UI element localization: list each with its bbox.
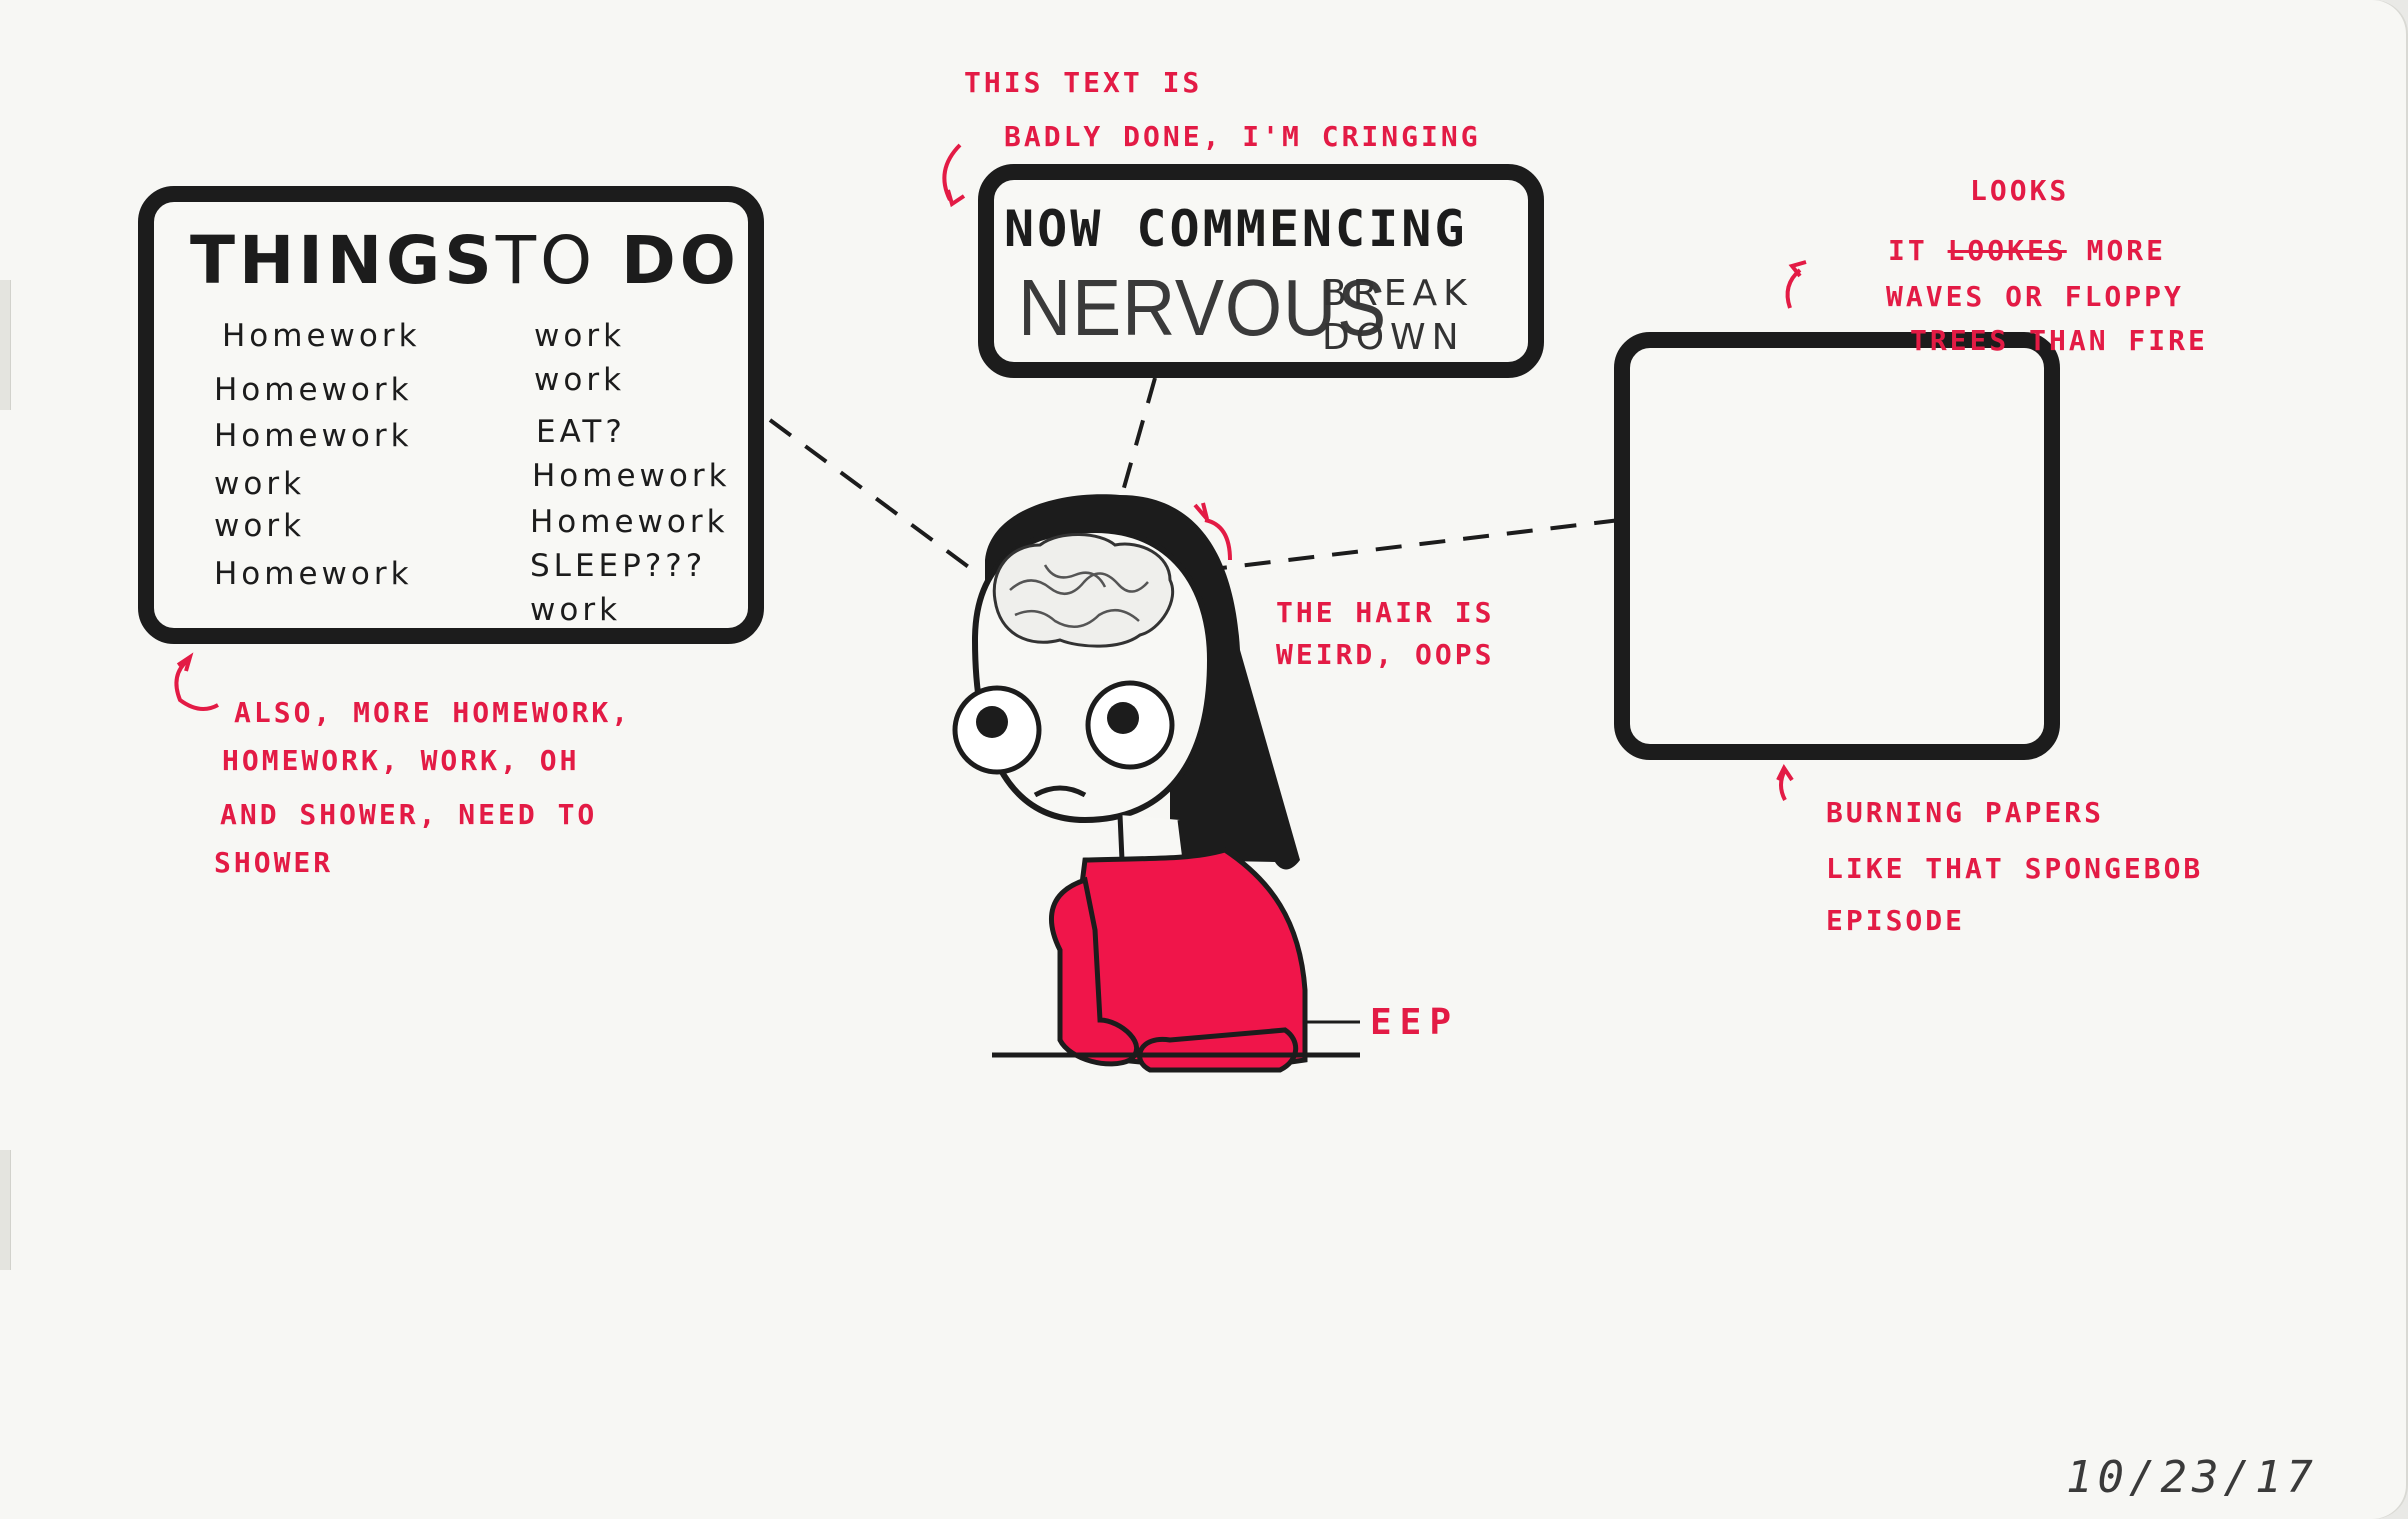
todo-item: Homework	[214, 556, 413, 592]
arrow-burning-papers	[1776, 764, 1794, 801]
fire-thought-bubble	[1614, 332, 2060, 760]
right-pupil	[1107, 702, 1139, 734]
arrow-to-banner	[942, 143, 966, 208]
note-looks: LOOKS	[1970, 174, 2070, 207]
note-also-line4: SHOWER	[214, 846, 334, 879]
todo-item: work	[530, 592, 622, 628]
todo-item: work	[534, 318, 626, 354]
date-stamp: 10/23/17	[2066, 1452, 2318, 1503]
todo-item: Homework	[214, 372, 413, 408]
todo-item: EAT?	[536, 414, 626, 450]
todo-item: Homework	[214, 418, 413, 454]
todo-item: work	[214, 508, 306, 544]
note-text-cringe-line1: THIS TEXT IS	[964, 66, 1203, 99]
brain	[992, 533, 1175, 648]
note-also-line1: ALSO, MORE HOMEWORK,	[234, 696, 632, 729]
note-burning-line3: EPISODE	[1826, 904, 1966, 937]
thought-connector-left	[768, 418, 972, 570]
note-text-cringe-line2: BADLY DONE, I'M CRINGING	[1004, 120, 1481, 153]
thought-connector-right	[1204, 518, 1621, 572]
todo-item: Homework	[530, 504, 729, 540]
todo-title-do: DO	[621, 222, 740, 299]
left-pupil	[976, 706, 1008, 738]
note-more: MORE	[2086, 234, 2167, 267]
todo-title-things: THINGS	[190, 222, 496, 299]
note-hair-line1: THE HAIR IS	[1276, 596, 1495, 629]
todo-item: Homework	[532, 458, 731, 494]
todo-item: work	[214, 466, 306, 502]
neck	[1117, 814, 1188, 863]
note-eep: EEP	[1370, 1002, 1460, 1043]
arrow-to-todo	[174, 652, 219, 711]
note-also-line2: HOMEWORK, WORK, OH	[222, 744, 580, 777]
todo-item: Homework	[222, 318, 421, 354]
down-word: DOWN	[1322, 317, 1465, 358]
breakdown-text: BREAK DOWN	[1322, 272, 1473, 360]
todo-item: work	[534, 362, 626, 398]
now-commencing-text: NOW COMMENCING	[1004, 200, 1468, 258]
note-burning-line2: LIKE THAT SPONGEBOB	[1826, 852, 2204, 885]
note-it: IT	[1888, 234, 1928, 267]
note-it-lookes-more: IT LOOKES MORE	[1888, 228, 2166, 274]
todo-title: THINGSTO DO	[190, 222, 740, 299]
note-lookes-struck: LOOKES	[1947, 234, 2067, 267]
note-hair-line2: WEIRD, OOPS	[1276, 638, 1495, 671]
break-word: BREAK	[1322, 273, 1473, 314]
todo-item: SLEEP???	[530, 548, 707, 584]
arrow-to-fire-box	[1785, 260, 1807, 309]
todo-title-to: TO	[495, 222, 597, 299]
note-burning-line1: BURNING PAPERS	[1826, 796, 2105, 829]
note-trees: TREES THAN FIRE	[1910, 324, 2208, 357]
note-also-line3: AND SHOWER, NEED TO	[220, 798, 598, 831]
note-waves: WAVES OR FLOPPY	[1886, 280, 2184, 313]
